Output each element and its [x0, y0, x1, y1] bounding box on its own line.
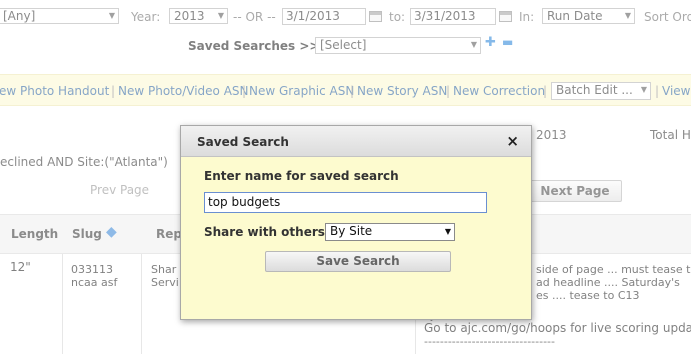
chevron-down-icon: ▼: [444, 227, 451, 236]
share-select-value: By Site: [330, 224, 373, 238]
name-label: Enter name for saved search: [204, 169, 399, 183]
dialog-header: Saved Search ×: [181, 126, 531, 157]
saved-search-dialog: Saved Search × Enter name for saved sear…: [180, 125, 532, 320]
close-icon[interactable]: ×: [506, 132, 519, 150]
share-label: Share with others:: [204, 225, 330, 239]
save-search-button[interactable]: Save Search: [265, 251, 451, 272]
dialog-title: Saved Search: [197, 135, 289, 149]
search-name-input[interactable]: top budgets: [204, 192, 487, 213]
share-select[interactable]: By Site ▼: [325, 223, 455, 241]
